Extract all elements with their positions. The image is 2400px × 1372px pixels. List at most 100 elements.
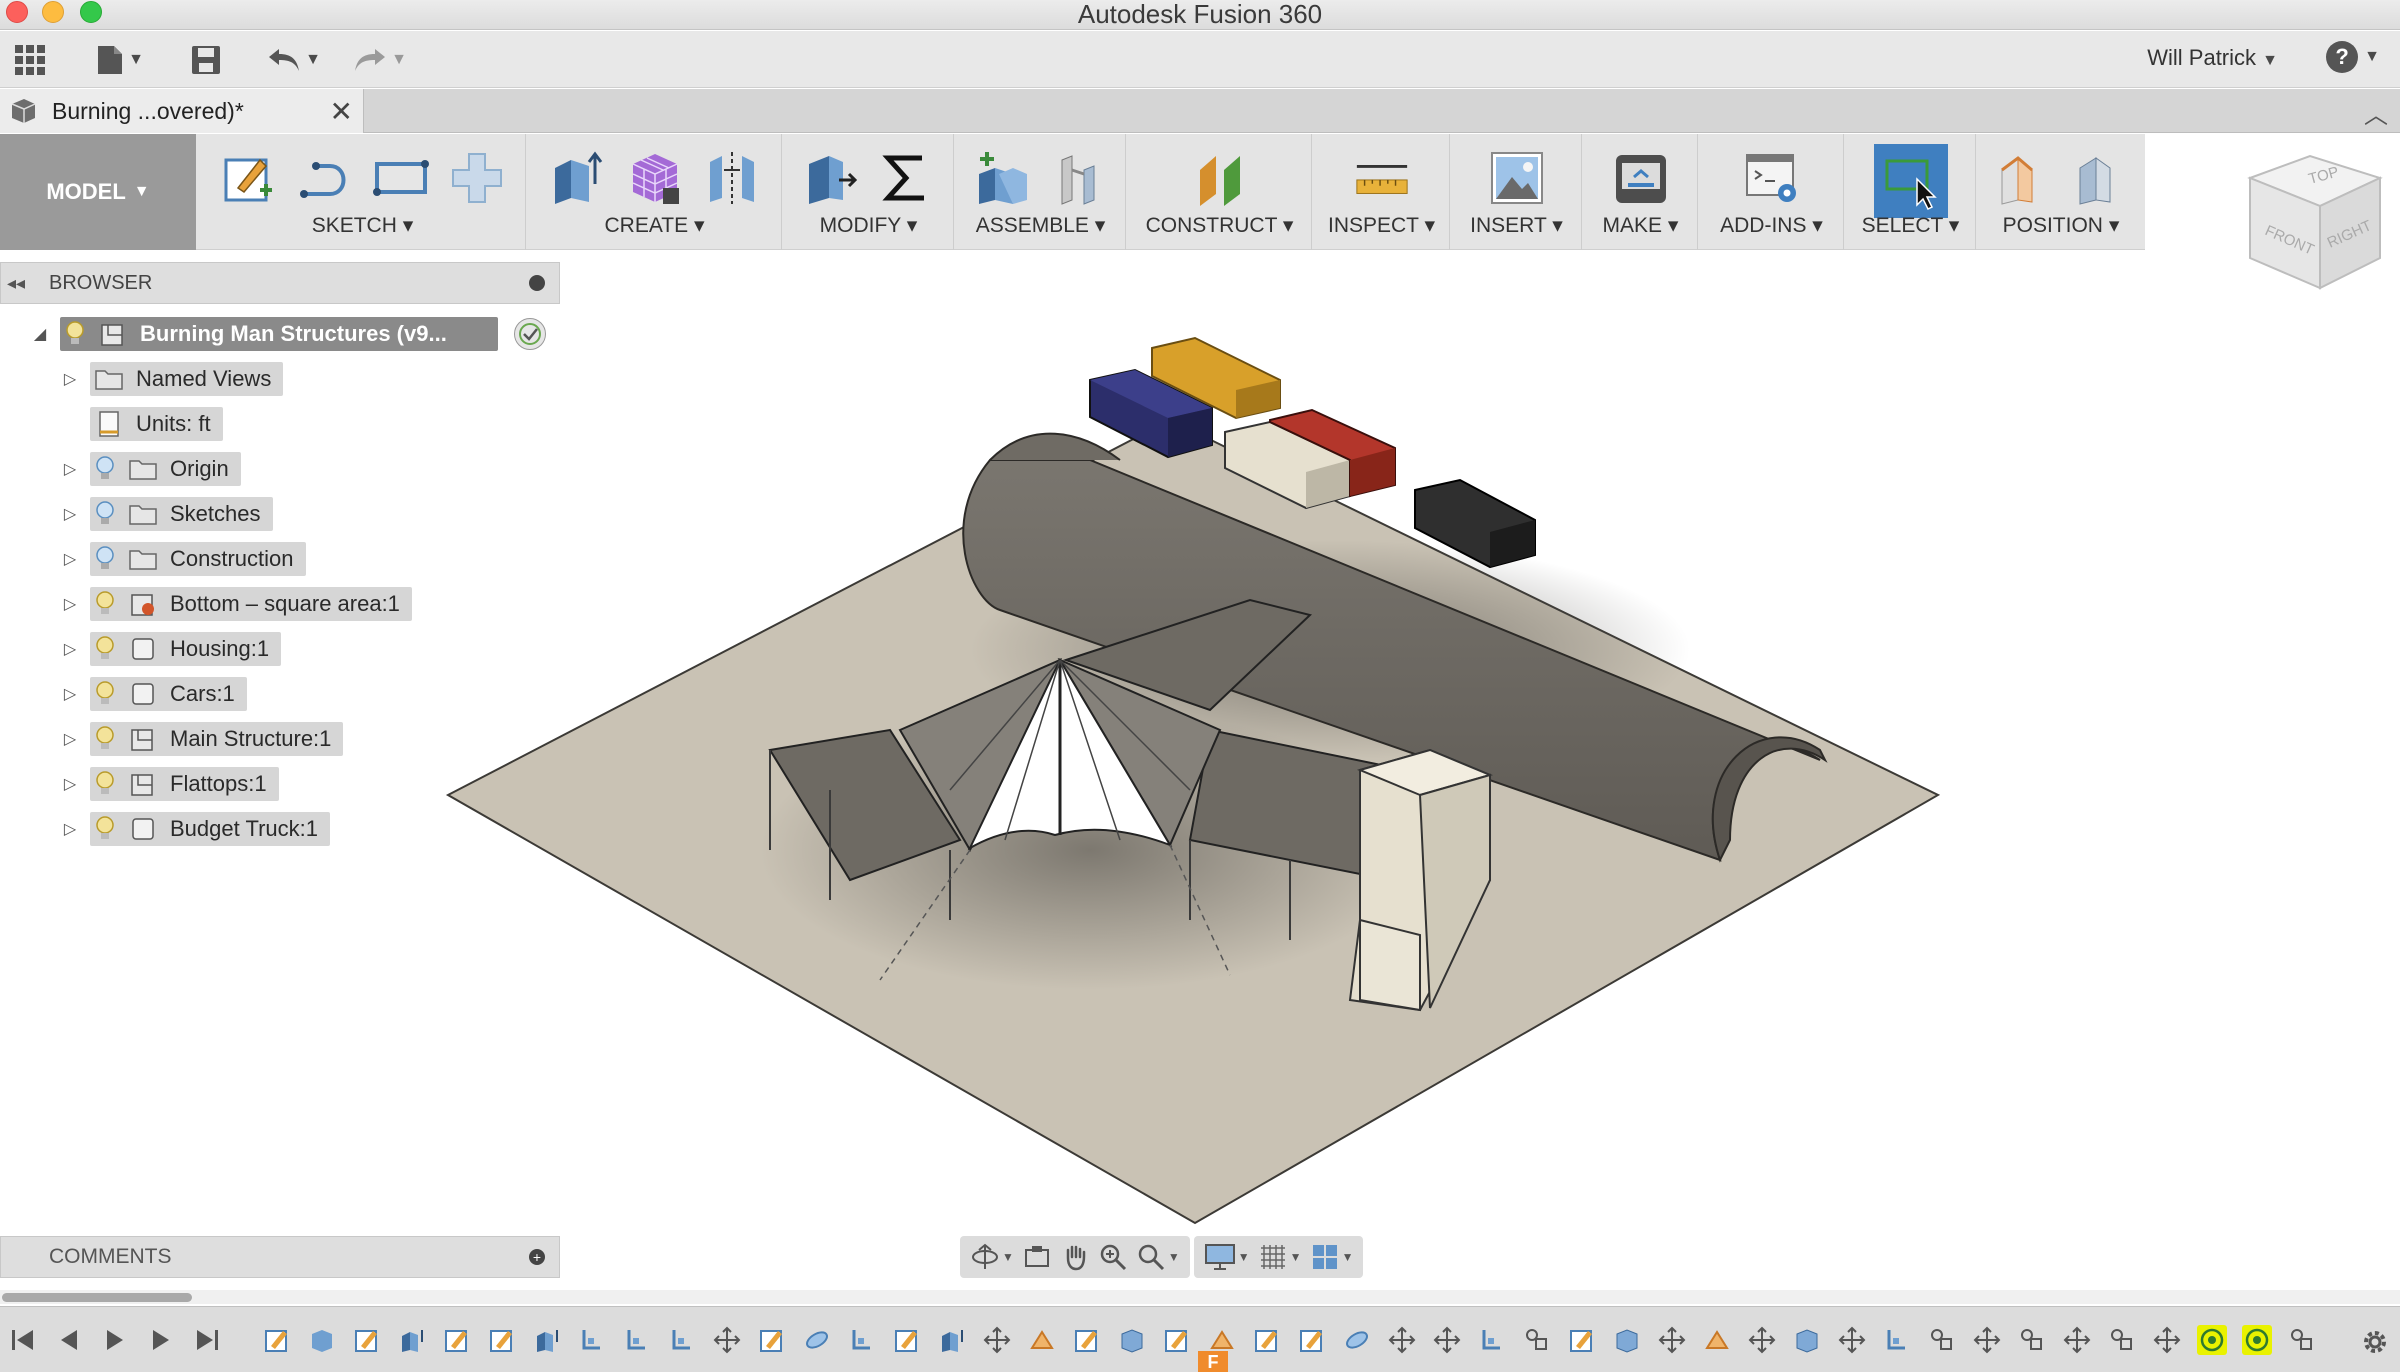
3d-print-icon[interactable] — [1612, 149, 1670, 207]
construct-group[interactable]: CONSTRUCT ▾ — [1128, 134, 1312, 250]
visibility-bulb-icon[interactable] — [64, 320, 86, 348]
timeline-feature-target[interactable] — [2242, 1325, 2272, 1355]
timeline-feature-joint[interactable] — [577, 1325, 607, 1355]
create-menu-label[interactable]: CREATE ▾ — [528, 213, 781, 238]
timeline-feature-move[interactable] — [2152, 1325, 2182, 1355]
collapse-icon[interactable]: ︿ — [2364, 95, 2388, 130]
joint-icon[interactable] — [1049, 149, 1107, 207]
position-menu-label[interactable]: POSITION ▾ — [1978, 213, 2144, 238]
visibility-bulb-icon[interactable] — [94, 725, 116, 753]
timeline-feature-copy[interactable] — [1927, 1325, 1957, 1355]
timeline-feature-fold[interactable] — [1027, 1325, 1057, 1355]
timeline-feature-box[interactable] — [1612, 1325, 1642, 1355]
user-menu[interactable]: Will Patrick ▼ — [2147, 45, 2278, 71]
insert-menu-label[interactable]: INSERT ▾ — [1452, 213, 1581, 238]
comments-panel[interactable]: COMMENTS + — [0, 1236, 560, 1278]
browser-node-sketches[interactable]: ▷ Sketches — [60, 496, 273, 532]
workspace-switcher[interactable]: MODEL ▼ — [0, 134, 196, 250]
browser-node-main-structure[interactable]: ▷ Main Structure:1 — [60, 721, 344, 757]
timeline-feature-pipe[interactable] — [1342, 1325, 1372, 1355]
visibility-bulb-icon[interactable] — [94, 770, 116, 798]
offset-plane-icon[interactable] — [1191, 149, 1249, 207]
grid-settings-button[interactable]: ▼ — [1258, 1242, 1302, 1272]
browser-node-construction[interactable]: ▷ Construction — [60, 541, 306, 577]
browser-root-node[interactable]: ◢ Burning Man Structures (v9... — [30, 316, 498, 352]
active-check-icon[interactable] — [514, 318, 546, 350]
select-menu-label[interactable]: SELECT ▾ — [1846, 213, 1975, 238]
timeline-feature-fold[interactable] — [1702, 1325, 1732, 1355]
timeline-feature-sketch[interactable] — [1072, 1325, 1102, 1355]
mirror-icon[interactable] — [703, 149, 761, 207]
inspect-group[interactable]: INSPECT ▾ — [1314, 134, 1450, 250]
timeline-feature-extrude[interactable] — [937, 1325, 967, 1355]
timeline-feature-pipe[interactable] — [802, 1325, 832, 1355]
visibility-bulb-icon[interactable] — [94, 680, 116, 708]
orbit-button[interactable]: ▼ — [970, 1242, 1014, 1272]
press-pull-icon[interactable] — [802, 149, 860, 207]
browser-node-origin[interactable]: ▷ Origin — [60, 451, 241, 487]
select-icon[interactable] — [1873, 144, 1948, 218]
timeline-feature-box[interactable] — [1792, 1325, 1822, 1355]
timeline-feature-sketch[interactable] — [757, 1325, 787, 1355]
expand-arrow-icon[interactable]: ▷ — [60, 459, 80, 479]
timeline-feature-target[interactable] — [2197, 1325, 2227, 1355]
timeline-feature-move[interactable] — [1972, 1325, 2002, 1355]
timeline-feature-body[interactable] — [307, 1325, 337, 1355]
scrollbar-thumb[interactable] — [2, 1293, 192, 1302]
create-group[interactable]: CREATE ▾ — [528, 134, 782, 250]
timeline-next-button[interactable] — [144, 1325, 178, 1355]
modify-menu-label[interactable]: MODIFY ▾ — [784, 213, 953, 238]
line-icon[interactable] — [295, 149, 353, 207]
select-group[interactable]: SELECT ▾ — [1846, 134, 1976, 250]
construct-menu-label[interactable]: CONSTRUCT ▾ — [1128, 213, 1311, 238]
redo-button[interactable]: ▼ — [348, 41, 412, 79]
create-sketch-icon[interactable] — [219, 149, 277, 207]
timeline-feature-sketch[interactable] — [1297, 1325, 1327, 1355]
insert-group[interactable]: INSERT ▾ — [1452, 134, 1582, 250]
expand-arrow-icon[interactable]: ▷ — [60, 594, 80, 614]
inspect-menu-label[interactable]: INSPECT ▾ — [1314, 213, 1449, 238]
sketch-menu-label[interactable]: SKETCH ▾ — [200, 213, 525, 238]
timeline-feature-sketch[interactable] — [892, 1325, 922, 1355]
timeline-feature-move[interactable] — [1657, 1325, 1687, 1355]
timeline-feature-copy[interactable] — [2287, 1325, 2317, 1355]
capture-position-icon[interactable] — [1995, 149, 2053, 207]
new-component-icon[interactable] — [974, 149, 1032, 207]
timeline-feature-joint[interactable] — [847, 1325, 877, 1355]
insert-image-icon[interactable] — [1488, 149, 1546, 207]
rectangle-icon[interactable] — [372, 149, 430, 207]
timeline-feature-sketch[interactable] — [1252, 1325, 1282, 1355]
fit-button[interactable]: ▼ — [1136, 1242, 1180, 1272]
timeline-settings-button[interactable] — [2358, 1325, 2392, 1359]
timeline-feature-sketch[interactable] — [1162, 1325, 1192, 1355]
make-menu-label[interactable]: MAKE ▾ — [1584, 213, 1697, 238]
visibility-bulb-icon[interactable] — [94, 590, 116, 618]
timeline-feature-joint[interactable] — [1882, 1325, 1912, 1355]
assemble-menu-label[interactable]: ASSEMBLE ▾ — [956, 213, 1125, 238]
timeline-feature-move[interactable] — [1747, 1325, 1777, 1355]
horizontal-scrollbar[interactable] — [0, 1290, 2400, 1304]
pan-button[interactable] — [1060, 1242, 1090, 1272]
expand-arrow-icon[interactable]: ▷ — [60, 684, 80, 704]
timeline-feature-extrude[interactable] — [532, 1325, 562, 1355]
measure-icon[interactable] — [1353, 149, 1411, 207]
visibility-bulb-icon[interactable] — [94, 815, 116, 843]
assemble-group[interactable]: ASSEMBLE ▾ — [956, 134, 1126, 250]
expand-arrow-icon[interactable]: ▷ — [60, 549, 80, 569]
display-settings-button[interactable]: ▼ — [1204, 1242, 1250, 1272]
revert-position-icon[interactable] — [2069, 149, 2127, 207]
form-icon[interactable] — [626, 149, 684, 207]
timeline-feature-move[interactable] — [712, 1325, 742, 1355]
timeline-feature-move[interactable] — [1432, 1325, 1462, 1355]
timeline-play-button[interactable] — [98, 1325, 132, 1355]
timeline-feature-joint[interactable] — [667, 1325, 697, 1355]
expand-arrow-icon[interactable]: ▷ — [60, 774, 80, 794]
view-cube[interactable]: TOP FRONT RIGHT — [2230, 148, 2400, 298]
expand-arrow-icon[interactable]: ▷ — [60, 504, 80, 524]
scripts-icon[interactable] — [1743, 149, 1801, 207]
help-button[interactable]: ? ▼ — [2326, 41, 2380, 73]
timeline-feature-move[interactable] — [1387, 1325, 1417, 1355]
timeline-feature-extrude[interactable] — [397, 1325, 427, 1355]
timeline-feature-sketch[interactable] — [1567, 1325, 1597, 1355]
browser-node-cars[interactable]: ▷ Cars:1 — [60, 676, 247, 712]
